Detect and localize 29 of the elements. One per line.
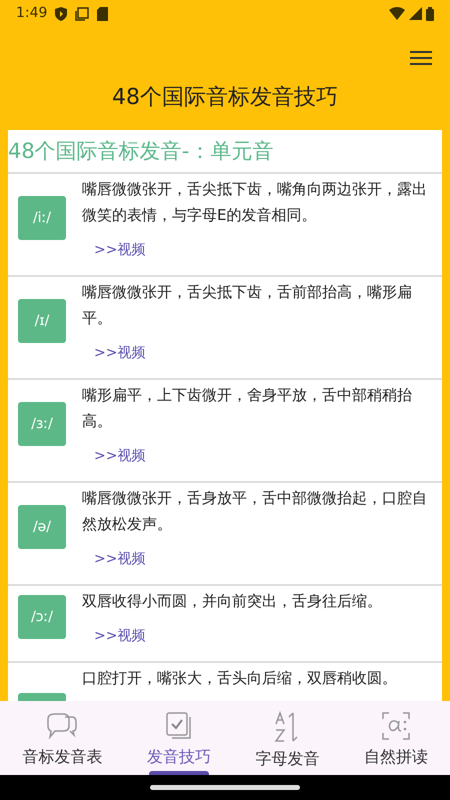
video-link[interactable]: >>视频 <box>94 240 146 261</box>
video-link[interactable]: >>视频 <box>94 626 146 647</box>
description-text: 口腔打开，嘴张大，舌头向后缩，双唇稍收圆。 <box>82 668 398 689</box>
description-text: 嘴唇微微张开，舌身放平，舌中部微微抬起，口腔自然放松发声。 <box>82 488 428 535</box>
nav-tab[interactable]: 音标发音表 <box>0 700 124 776</box>
video-link[interactable]: >>视频 <box>94 342 146 364</box>
battery-icon <box>426 6 434 21</box>
nav-tab[interactable]: 字母发音 <box>233 700 342 776</box>
checklist-icon <box>164 710 193 741</box>
sd-card-icon <box>97 6 108 21</box>
screen-icon <box>75 6 90 21</box>
alpha-symbol-icon <box>380 710 411 741</box>
nav-tab[interactable]: 发音技巧 <box>124 700 233 776</box>
description-text: 双唇收得小而圆，并向前突出，舌身往后缩。 <box>82 590 383 612</box>
nav-tab[interactable]: 自然拼读 <box>342 700 450 776</box>
gesture-bar[interactable] <box>150 785 300 790</box>
wifi-icon <box>389 7 405 20</box>
shield-icon <box>55 6 68 21</box>
chat-bubbles-icon <box>45 710 80 741</box>
section-heading: 48个国际音标发音-：单元音 <box>8 130 442 174</box>
description-text: 嘴形扁平，上下齿微开，舍身平放，舌中部稍稍抬高。 <box>82 384 413 432</box>
app-title: 48个国际音标发音技巧 <box>112 84 338 112</box>
description-text: 嘴唇微微张开，舌尖抵下齿，嘴角向两边张开，露出微笑的表情，与字母E的发音相同。 <box>82 178 428 226</box>
status-time: 1:49 <box>16 4 48 24</box>
signal-icon <box>409 7 422 20</box>
description-text: 嘴唇微微张开，舌尖抵下齿，舌前部抬高，嘴形扁平。 <box>82 282 413 329</box>
menu-icon <box>410 50 432 66</box>
video-link[interactable]: >>视频 <box>94 548 146 570</box>
video-link[interactable]: >>视频 <box>94 446 146 467</box>
